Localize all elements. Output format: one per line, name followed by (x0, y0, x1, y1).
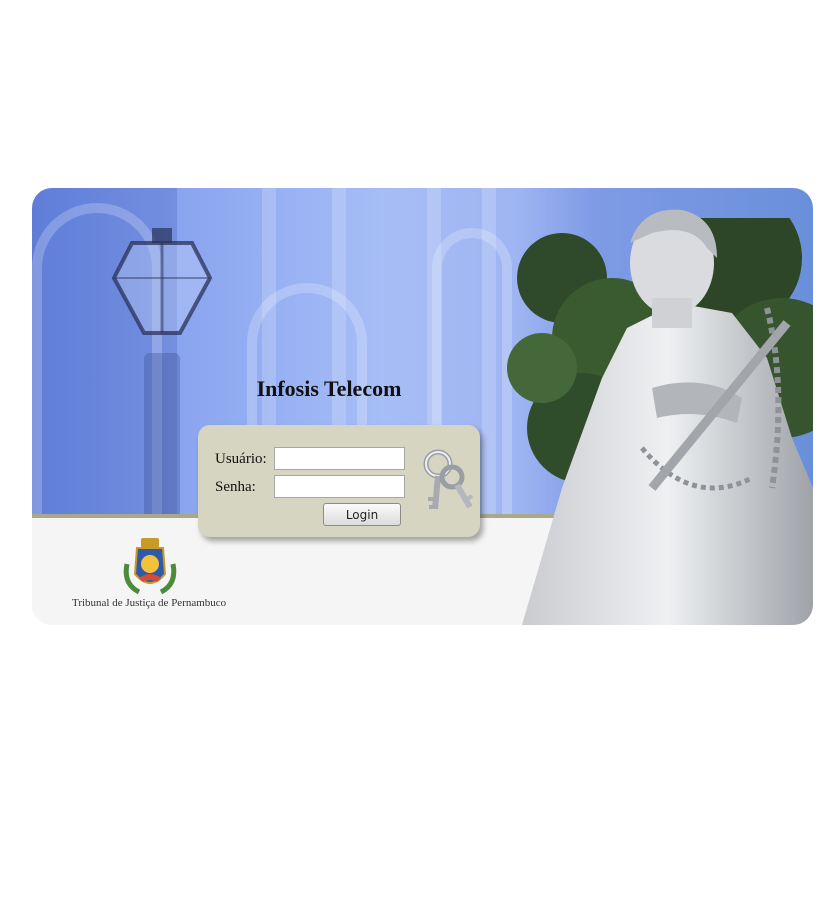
login-button[interactable]: Login (323, 503, 401, 526)
password-label: Senha: (215, 479, 256, 495)
login-card: Infosis Telecom Usuário: Senha: Login Tr… (32, 188, 813, 625)
username-label: Usuário: (215, 451, 267, 467)
keys-icon (423, 449, 474, 510)
login-form: Usuário: Senha: Login (198, 425, 480, 537)
password-input[interactable] (274, 475, 405, 498)
coat-of-arms-icon (123, 538, 177, 595)
page-title: Infosis Telecom (256, 376, 402, 401)
street-lamp-illustration (111, 228, 213, 335)
justice-statue-illustration (522, 209, 813, 625)
organization-name: Tribunal de Justiça de Pernambuco (72, 597, 227, 609)
username-input[interactable] (274, 447, 405, 470)
